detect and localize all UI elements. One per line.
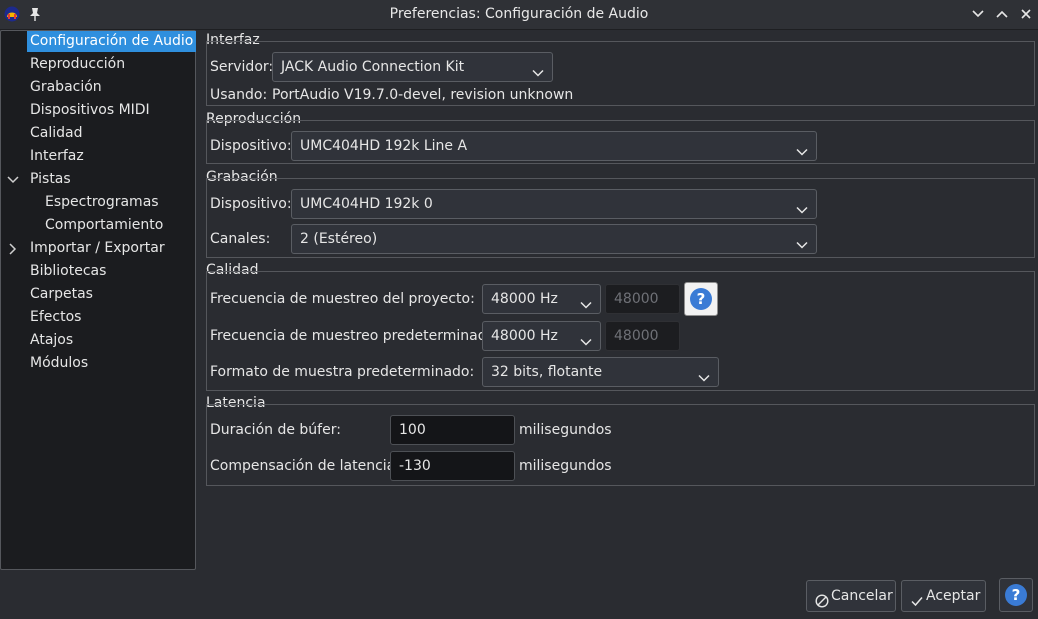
- channels-select[interactable]: 2 (Estéreo): [291, 224, 817, 254]
- playback-device-value: UMC404HD 192k Line A: [300, 138, 468, 154]
- sidebar-item-midi-devices[interactable]: Dispositivos MIDI: [27, 100, 153, 121]
- chevron-down-icon[interactable]: [969, 5, 987, 23]
- using-value: PortAudio V19.7.0-devel, revision unknow…: [272, 87, 574, 103]
- sample-format-value: 32 bits, flotante: [491, 364, 603, 380]
- project-rate-custom-field: 48000: [605, 284, 680, 314]
- latency-comp-label: Compensación de latencia:: [210, 458, 400, 474]
- svg-text:?: ?: [1012, 586, 1021, 604]
- chevron-down-icon: [580, 330, 592, 346]
- sidebar-item-import-export[interactable]: Importar / Exportar: [27, 238, 168, 259]
- recording-device-value: UMC404HD 192k 0: [300, 196, 433, 212]
- footer-help-button[interactable]: ?: [999, 578, 1033, 612]
- close-icon[interactable]: [1017, 5, 1035, 23]
- chevron-down-icon: [796, 140, 808, 156]
- sidebar-item-quality[interactable]: Calidad: [27, 123, 86, 144]
- sidebar-item-spectrograms[interactable]: Espectrogramas: [42, 192, 162, 213]
- sidebar-item-shortcuts[interactable]: Atajos: [27, 330, 76, 351]
- sidebar-item-audio-settings[interactable]: Configuración de Audio: [27, 31, 197, 52]
- sidebar-item-modules[interactable]: Módulos: [27, 353, 91, 374]
- host-select-value: JACK Audio Connection Kit: [281, 59, 465, 75]
- chevron-down-icon[interactable]: [6, 173, 20, 187]
- chevron-down-icon: [698, 366, 710, 382]
- checkmark-icon: [910, 589, 924, 607]
- channels-label: Canales:: [210, 231, 271, 247]
- buffer-length-label: Duración de búfer:: [210, 422, 341, 438]
- chevron-down-icon: [796, 198, 808, 214]
- playback-device-select[interactable]: UMC404HD 192k Line A: [291, 131, 817, 161]
- default-rate-custom-field: 48000: [605, 321, 680, 351]
- buffer-length-unit: milisegundos: [519, 422, 612, 438]
- sidebar-item-tracks[interactable]: Pistas: [27, 169, 74, 190]
- chevron-down-icon: [796, 233, 808, 249]
- using-label: Usando:: [210, 87, 268, 103]
- chevron-down-icon: [532, 61, 544, 77]
- buffer-length-input[interactable]: 100: [390, 415, 515, 445]
- ok-button[interactable]: Aceptar: [901, 580, 986, 612]
- default-rate-value: 48000 Hz: [491, 328, 558, 344]
- help-icon: ?: [690, 288, 712, 310]
- ok-button-label: Aceptar: [926, 588, 981, 604]
- project-rate-select[interactable]: 48000 Hz: [482, 284, 601, 314]
- sidebar-item-behavior[interactable]: Comportamiento: [42, 215, 166, 236]
- help-icon: ?: [1005, 584, 1027, 606]
- chevron-down-icon: [580, 293, 592, 309]
- sample-format-select[interactable]: 32 bits, flotante: [482, 357, 719, 387]
- channels-value: 2 (Estéreo): [300, 231, 378, 247]
- preferences-category-tree[interactable]: Configuración de Audio Reproducción Grab…: [0, 30, 197, 570]
- chevron-right-icon[interactable]: [6, 242, 20, 256]
- latency-comp-input[interactable]: -130: [390, 451, 515, 481]
- recording-device-select[interactable]: UMC404HD 192k 0: [291, 189, 817, 219]
- host-select[interactable]: JACK Audio Connection Kit: [272, 52, 553, 82]
- project-rate-value: 48000 Hz: [491, 291, 558, 307]
- chevron-up-icon[interactable]: [993, 5, 1011, 23]
- title-bar: Preferencias: Configuración de Audio: [0, 0, 1038, 30]
- sidebar-item-libraries[interactable]: Bibliotecas: [27, 261, 109, 282]
- sidebar-item-directories[interactable]: Carpetas: [27, 284, 96, 305]
- cancel-icon: [815, 589, 829, 608]
- sidebar-item-effects[interactable]: Efectos: [27, 307, 84, 328]
- sidebar-item-recording[interactable]: Grabación: [27, 77, 105, 98]
- sample-format-label: Formato de muestra predeterminado:: [210, 364, 475, 380]
- latency-comp-unit: milisegundos: [519, 458, 612, 474]
- cancel-button[interactable]: Cancelar: [806, 580, 896, 612]
- host-label: Servidor:: [210, 59, 274, 75]
- svg-text:?: ?: [697, 290, 706, 308]
- playback-device-label: Dispositivo:: [210, 138, 292, 154]
- cancel-button-label: Cancelar: [831, 588, 893, 604]
- sidebar-item-interface[interactable]: Interfaz: [27, 146, 87, 167]
- help-button[interactable]: ?: [684, 282, 718, 316]
- project-rate-label: Frecuencia de muestreo del proyecto:: [210, 291, 475, 307]
- sidebar-item-playback[interactable]: Reproducción: [27, 54, 128, 75]
- default-rate-select[interactable]: 48000 Hz: [482, 321, 601, 351]
- default-rate-label: Frecuencia de muestreo predeterminada:: [210, 328, 500, 344]
- window-title: Preferencias: Configuración de Audio: [389, 6, 649, 22]
- recording-device-label: Dispositivo:: [210, 196, 292, 212]
